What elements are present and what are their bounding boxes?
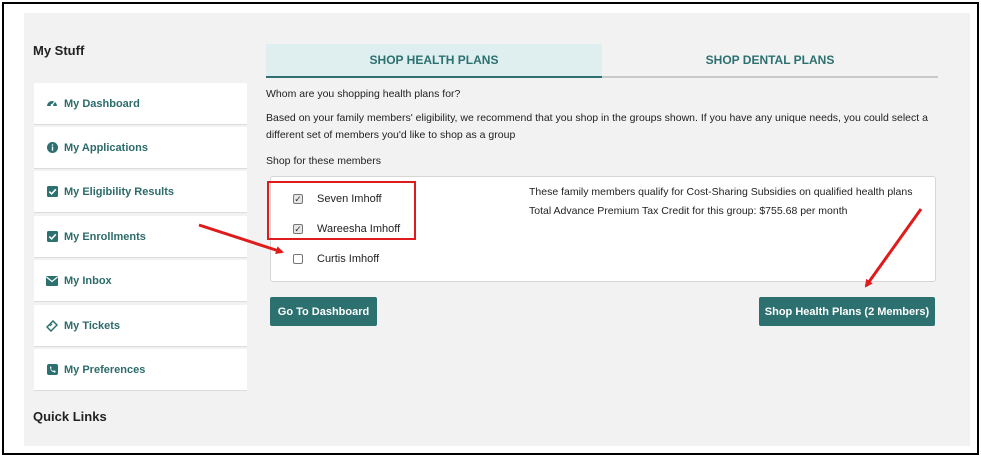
sidebar-item-label: My Preferences xyxy=(64,363,146,376)
sidebar-item-label: My Tickets xyxy=(64,319,121,332)
checkbox-icon xyxy=(46,186,58,198)
tab-shop-health-plans[interactable]: SHOP HEALTH PLANS xyxy=(266,44,602,78)
recommendation-text-line2: different set of members you'd like to s… xyxy=(266,129,516,141)
sidebar-item-applications[interactable]: My Applications xyxy=(34,127,247,169)
member-name: Curtis Imhoff xyxy=(317,253,380,265)
annotation-highlight-box xyxy=(267,181,416,240)
go-to-dashboard-button[interactable]: Go To Dashboard xyxy=(270,297,377,326)
sidebar-title: My Stuff xyxy=(33,43,85,58)
screenshot-frame: My Stuff My Dashboard My Applications My… xyxy=(2,2,979,455)
sidebar-item-preferences[interactable]: My Preferences xyxy=(34,349,247,391)
dashboard-icon xyxy=(46,98,58,110)
member-row-curtis: Curtis Imhoff xyxy=(293,251,379,267)
shop-health-plans-button[interactable]: Shop Health Plans (2 Members) xyxy=(759,297,935,326)
envelope-icon xyxy=(46,275,58,287)
sidebar-item-tickets[interactable]: My Tickets xyxy=(34,305,247,347)
sidebar-item-label: My Enrollments xyxy=(64,230,146,243)
tab-shop-dental-plans[interactable]: SHOP DENTAL PLANS xyxy=(602,44,938,78)
sidebar-item-inbox[interactable]: My Inbox xyxy=(34,260,247,302)
sidebar-item-label: My Inbox xyxy=(64,274,112,287)
members-heading: Shop for these members xyxy=(266,155,381,167)
quick-links-title: Quick Links xyxy=(33,409,107,424)
shopping-question: Whom are you shopping health plans for? xyxy=(266,88,461,100)
tax-credit-info: Total Advance Premium Tax Credit for thi… xyxy=(529,205,848,217)
member-checkbox[interactable] xyxy=(293,254,303,264)
sidebar-item-label: My Eligibility Results xyxy=(64,185,175,198)
checkbox-icon xyxy=(46,231,58,243)
sidebar-item-label: My Applications xyxy=(64,141,148,154)
page-canvas: My Stuff My Dashboard My Applications My… xyxy=(24,13,970,446)
subsidy-info: These family members qualify for Cost-Sh… xyxy=(529,186,913,198)
sidebar-item-dashboard[interactable]: My Dashboard xyxy=(34,83,247,125)
sidebar-item-eligibility-results[interactable]: My Eligibility Results xyxy=(34,171,247,213)
phone-icon xyxy=(46,364,58,376)
sidebar: My Stuff My Dashboard My Applications My… xyxy=(24,13,248,446)
recommendation-text-line1: Based on your family members' eligibilit… xyxy=(266,112,928,124)
plan-tabs: SHOP HEALTH PLANS SHOP DENTAL PLANS xyxy=(266,44,938,78)
sidebar-item-label: My Dashboard xyxy=(64,97,140,110)
info-icon xyxy=(46,142,58,154)
sidebar-item-enrollments[interactable]: My Enrollments xyxy=(34,216,247,258)
ticket-icon xyxy=(46,319,58,332)
